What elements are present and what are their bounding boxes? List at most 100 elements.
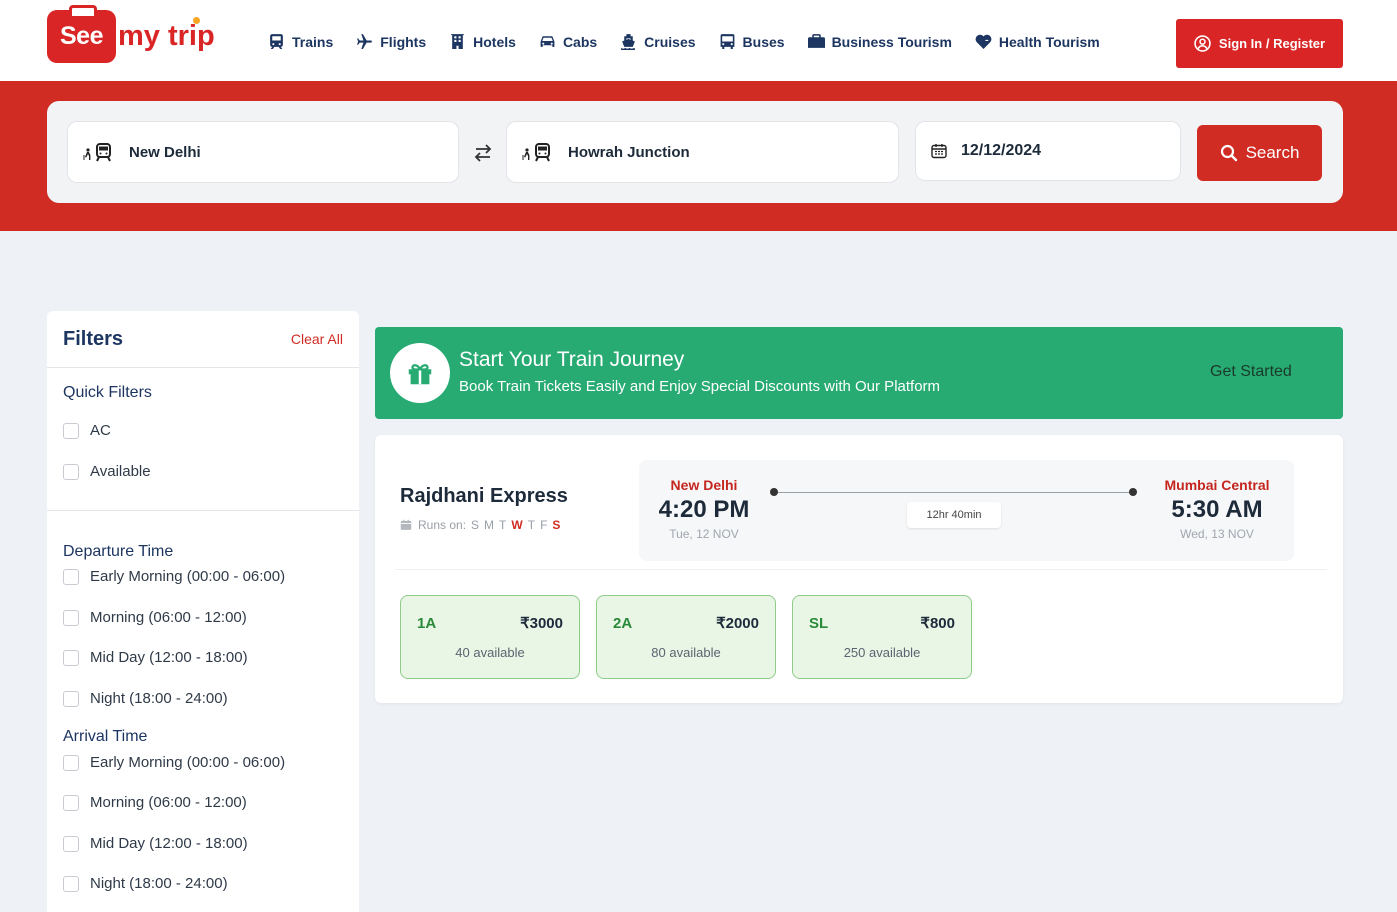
nav-flights[interactable]: Flights [356,33,426,50]
departure-station: New Delhi [670,477,738,493]
train-name: Rajdhani Express [400,485,568,507]
checkbox[interactable] [63,835,79,852]
departure-time: 4:20 PM [658,496,750,523]
filter-departure-morning[interactable]: Morning (06:00 - 12:00) [63,609,247,626]
run-day-tue: T [499,518,507,532]
filter-arrival-mid-day[interactable]: Mid Day (12:00 - 18:00) [63,835,248,852]
filter-arrival-morning[interactable]: Morning (06:00 - 12:00) [63,794,247,811]
run-day-fri: F [540,518,548,532]
traveler-train-icon [83,143,111,162]
class-option-sl[interactable]: SL ₹800 250 available [792,595,972,679]
filter-label: Mid Day (12:00 - 18:00) [90,649,248,666]
nav-cabs[interactable]: Cabs [539,33,597,50]
nav-cruises-label: Cruises [644,33,696,50]
hotel-icon [451,34,465,49]
from-station-field[interactable]: New Delhi [67,121,459,183]
departure-date: Tue, 12 NOV [669,527,739,541]
nav-cabs-label: Cabs [562,33,598,50]
checkbox[interactable] [63,875,79,892]
class-availability: 250 available [843,645,921,660]
class-code: SL [809,615,829,632]
search-button[interactable]: Search [1197,125,1322,181]
filter-arrival-night[interactable]: Night (18:00 - 24:00) [63,875,228,892]
promo-subtitle: Book Train Tickets Easily and Enjoy Spec… [459,378,941,395]
top-header: See my trip Trains Flights Hotels Cabs C… [0,0,1397,81]
class-code: 2A [613,615,633,632]
journey-duration: 12hr 40min [907,502,1001,528]
nav-buses[interactable]: Buses [719,33,785,50]
class-price: ₹3000 [520,615,563,632]
checkbox[interactable] [63,568,79,585]
travel-date-field[interactable]: 12/12/2024 [915,121,1181,181]
checkbox[interactable] [63,609,79,626]
from-station-value: New Delhi [129,143,201,161]
search-card: New Delhi Howrah Junction 12/12/2024 Sea… [47,101,1343,203]
nav-trains[interactable]: Trains [268,33,333,50]
swap-stations-button[interactable] [472,142,494,164]
nav-buses-label: Buses [742,33,785,50]
class-availability: 80 available [651,645,721,660]
filter-ac[interactable]: AC [63,422,111,439]
checkbox[interactable] [63,690,79,707]
run-day-mon: M [484,518,495,532]
filter-label: Available [90,463,151,480]
arrival-time-title: Arrival Time [63,728,148,745]
arrival-block: Mumbai Central 5:30 AM Wed, 13 NOV [1152,477,1282,541]
get-started-link[interactable]: Get Started [1210,363,1292,381]
checkbox[interactable] [63,422,79,439]
filter-departure-night[interactable]: Night (18:00 - 24:00) [63,690,228,707]
filters-title: Filters [63,328,124,350]
traveler-train-icon [522,143,550,162]
quick-filters-title: Quick Filters [63,384,152,401]
filters-panel: Filters Clear All Quick Filters AC Avail… [47,311,359,912]
filters-divider [47,510,359,511]
ship-icon [621,34,636,50]
filter-departure-early-morning[interactable]: Early Morning (00:00 - 06:00) [63,568,285,585]
brand-logo[interactable]: See my trip [47,4,215,64]
class-option-1a[interactable]: 1A ₹3000 40 available [400,595,580,679]
to-station-value: Howrah Junction [568,143,690,161]
heart-pulse-icon [975,34,992,49]
filter-label: Mid Day (12:00 - 18:00) [90,835,248,852]
class-availability: 40 available [455,645,525,660]
car-icon [540,36,555,47]
calendar-icon [931,144,947,159]
checkbox[interactable] [63,794,79,811]
filter-label: Morning (06:00 - 12:00) [90,609,247,626]
departure-block: New Delhi 4:20 PM Tue, 12 NOV [639,477,769,541]
nav-hotels[interactable]: Hotels [449,33,516,50]
filter-arrival-early-morning[interactable]: Early Morning (00:00 - 06:00) [63,754,285,771]
signin-register-button[interactable]: Sign In / Register [1176,19,1343,68]
checkbox[interactable] [63,754,79,771]
filters-header: Filters Clear All [47,311,359,368]
to-station-field[interactable]: Howrah Junction [506,121,899,183]
runs-on-label: Runs on: [418,518,467,532]
travel-date-value: 12/12/2024 [961,142,1042,159]
logo-badge-text: See [60,21,103,50]
class-option-2a[interactable]: 2A ₹2000 80 available [596,595,776,679]
bus-icon [720,34,734,49]
nav-business-tourism[interactable]: Business Tourism [807,33,952,50]
departure-time-title: Departure Time [63,543,174,560]
promo-banner: Start Your Train Journey Book Train Tick… [375,327,1343,419]
logo-text: my trip [118,16,215,53]
run-day-thu: T [527,518,536,532]
filter-available[interactable]: Available [63,463,151,480]
run-day-sun: S [471,518,480,532]
filter-departure-mid-day[interactable]: Mid Day (12:00 - 18:00) [63,649,248,666]
promo-title: Start Your Train Journey [459,348,685,371]
nav-cruises[interactable]: Cruises [620,33,696,50]
train-icon [270,34,283,49]
filter-label: Morning (06:00 - 12:00) [90,794,247,811]
clear-all-link[interactable]: Clear All [291,331,343,347]
main-nav: Trains Flights Hotels Cabs Cruises Buses… [268,33,1100,50]
checkbox[interactable] [63,463,79,480]
briefcase-icon [807,34,825,48]
arrival-station: Mumbai Central [1164,477,1270,493]
run-day-wed: W [511,518,523,532]
checkbox[interactable] [63,649,79,666]
filter-label: AC [90,422,111,439]
run-day-sat: S [552,518,561,532]
nav-health-tourism[interactable]: Health Tourism [975,33,1100,50]
plane-icon [357,34,373,49]
